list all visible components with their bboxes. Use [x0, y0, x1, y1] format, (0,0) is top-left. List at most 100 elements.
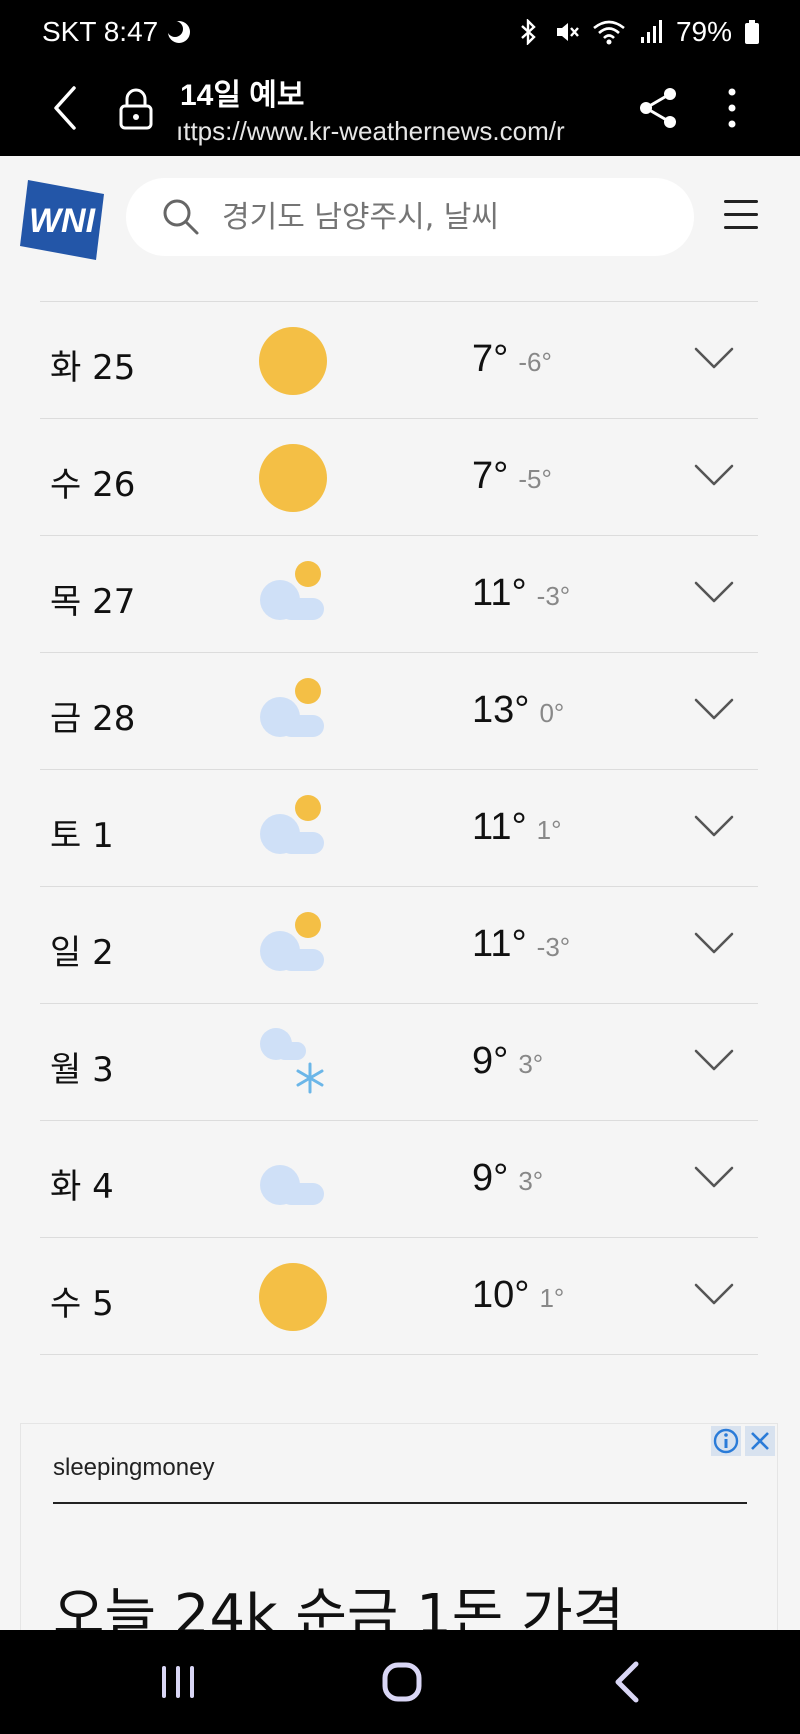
home-button[interactable] — [380, 1660, 424, 1704]
temp-low: 3° — [518, 1166, 544, 1196]
partly-cloudy-icon — [258, 677, 328, 747]
status-right: 79% — [516, 16, 760, 48]
share-button[interactable] — [636, 86, 680, 130]
more-options-button[interactable] — [720, 86, 744, 130]
temp-high: 10° — [472, 1274, 530, 1316]
page-url[interactable]: ıttps://www.kr-weathernews.com/r — [176, 116, 608, 147]
menu-bar — [724, 200, 758, 203]
temp-high: 7° — [472, 455, 509, 497]
forecast-temps: 11° -3° — [472, 923, 570, 966]
chevron-down-icon[interactable] — [694, 463, 734, 487]
forecast-day: 수 26 — [50, 465, 136, 505]
forecast-day: 화 4 — [50, 1167, 114, 1207]
mute-icon — [554, 19, 580, 45]
forecast-day: 금 28 — [50, 699, 136, 739]
search-box[interactable] — [126, 178, 694, 256]
site-header: WNI — [0, 156, 800, 268]
forecast-list: 화 25 7° -6° 수 26 7° -5° 목 27 11° -3° 금 28 1… — [40, 301, 758, 1355]
signal-icon — [638, 19, 664, 45]
search-icon — [163, 199, 199, 235]
chevron-down-icon[interactable] — [694, 1048, 734, 1072]
forecast-row[interactable]: 목 27 11° -3° — [40, 536, 758, 653]
temp-low: -6° — [518, 347, 552, 377]
chevron-down-icon[interactable] — [694, 580, 734, 604]
forecast-temps: 9° 3° — [472, 1157, 543, 1200]
chevron-down-icon[interactable] — [694, 1165, 734, 1189]
forecast-row[interactable]: 수 5 10° 1° — [40, 1238, 758, 1355]
ad-close-icon[interactable] — [745, 1426, 775, 1456]
wifi-icon — [592, 19, 626, 45]
forecast-row[interactable]: 수 26 7° -5° — [40, 419, 758, 536]
status-left: SKT 8:47 — [42, 16, 192, 48]
forecast-row[interactable]: 월 3 9° 3° — [40, 1004, 758, 1121]
browser-toolbar: 14일 예보 ıttps://www.kr-weathernews.com/r — [0, 58, 800, 156]
temp-low: 0° — [539, 698, 565, 728]
temp-high: 11° — [472, 572, 527, 614]
more-vertical-icon — [728, 88, 736, 128]
recent-apps-button[interactable] — [156, 1662, 200, 1702]
chevron-down-icon[interactable] — [694, 697, 734, 721]
back-button[interactable] — [44, 82, 88, 134]
sun-icon — [258, 326, 328, 396]
forecast-temps: 9° 3° — [472, 1040, 543, 1083]
forecast-day: 일 2 — [50, 933, 114, 973]
battery-percent: 79% — [675, 16, 732, 47]
partly-cloudy-icon — [258, 911, 328, 981]
ad-brand: sleepingmoney — [53, 1454, 215, 1481]
cloud-snow-icon — [258, 1028, 328, 1098]
temp-low: 1° — [536, 815, 562, 845]
temp-low: -3° — [536, 932, 571, 962]
lock-icon[interactable] — [118, 86, 154, 130]
nav-back-icon — [615, 1661, 639, 1703]
status-bar: SKT 8:47 79% — [0, 0, 800, 58]
temp-high: 9° — [472, 1040, 509, 1082]
forecast-temps: 10° 1° — [472, 1274, 564, 1317]
temp-low: 1° — [539, 1283, 565, 1313]
forecast-day: 토 1 — [50, 816, 114, 856]
chevron-down-icon[interactable] — [694, 814, 734, 838]
back-arrow-icon — [54, 86, 76, 130]
forecast-row[interactable]: 일 2 11° -3° — [40, 887, 758, 1004]
forecast-temps: 7° -6° — [472, 338, 552, 381]
cloud-icon — [258, 1145, 328, 1215]
ad-divider — [53, 1502, 747, 1504]
temp-low: -3° — [536, 581, 571, 611]
forecast-day: 월 3 — [50, 1050, 114, 1090]
temp-low: 3° — [518, 1049, 544, 1079]
forecast-row[interactable]: 화 25 7° -6° — [40, 302, 758, 419]
temp-low: -5° — [518, 464, 552, 494]
battery-icon — [744, 19, 760, 45]
advertisement[interactable]: sleepingmoney 오늘 24k 순금 1돈 가격 — [20, 1423, 778, 1630]
ad-info-icon[interactable] — [711, 1426, 741, 1456]
system-nav-bar — [0, 1630, 800, 1734]
partly-cloudy-icon — [258, 794, 328, 864]
web-page: WNI 화 25 7° -6° 수 26 7° -5° 목 27 — [0, 156, 800, 1630]
chevron-down-icon[interactable] — [694, 346, 734, 370]
temp-high: 11° — [472, 806, 527, 848]
temp-high: 9° — [472, 1157, 509, 1199]
hamburger-menu-button[interactable] — [724, 200, 758, 232]
sun-icon — [258, 443, 328, 513]
temp-high: 11° — [472, 923, 527, 965]
home-icon — [382, 1662, 422, 1702]
sun-icon — [258, 1262, 328, 1332]
search-input[interactable] — [222, 178, 662, 256]
chevron-down-icon[interactable] — [694, 1282, 734, 1306]
forecast-temps: 11° -3° — [472, 572, 570, 615]
forecast-row[interactable]: 화 4 9° 3° — [40, 1121, 758, 1238]
partly-cloudy-icon — [258, 560, 328, 630]
page-title: 14일 예보 — [180, 79, 305, 112]
recents-icon — [162, 1666, 194, 1698]
nav-back-button[interactable] — [612, 1660, 642, 1704]
chevron-down-icon[interactable] — [694, 931, 734, 955]
menu-bar — [724, 226, 758, 229]
forecast-row[interactable]: 토 1 11° 1° — [40, 770, 758, 887]
wni-logo[interactable]: WNI — [20, 180, 104, 260]
carrier-time: SKT 8:47 — [42, 16, 159, 47]
forecast-day: 목 27 — [50, 582, 136, 622]
forecast-row[interactable]: 금 28 13° 0° — [40, 653, 758, 770]
ad-headline[interactable]: 오늘 24k 순금 1돈 가격 — [53, 1570, 624, 1630]
temp-high: 7° — [472, 338, 509, 380]
forecast-temps: 13° 0° — [472, 689, 564, 732]
moon-icon — [166, 19, 192, 45]
